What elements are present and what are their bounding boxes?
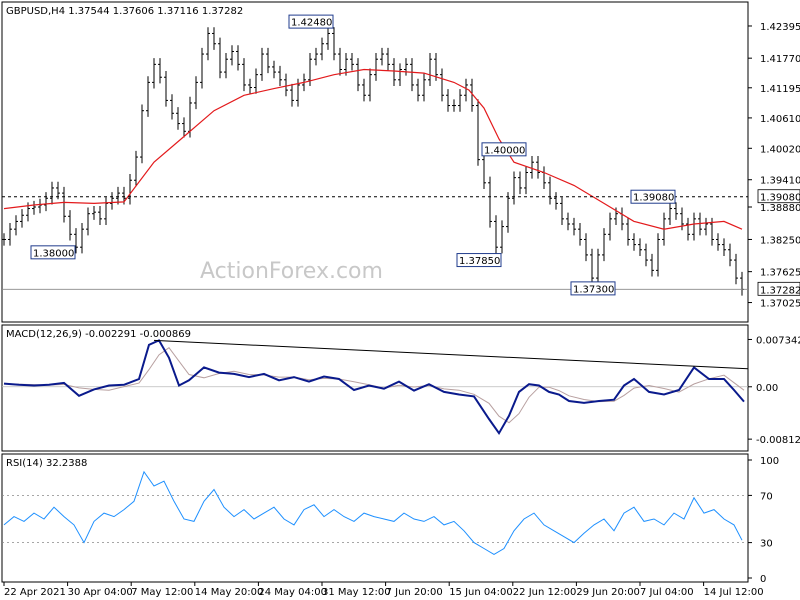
x-tick-label: 7 Jun 20:00 bbox=[386, 587, 443, 598]
x-tick-label: 22 Jun 12:00 bbox=[513, 587, 577, 598]
watermark: ActionForex.com bbox=[200, 259, 383, 284]
price-tick-label: 1.37025 bbox=[760, 299, 800, 310]
x-tick-label: 30 Apr 04:00 bbox=[68, 587, 133, 598]
price-annotation-label: 1.40000 bbox=[484, 145, 525, 156]
macd-tick-label: 0.00 bbox=[756, 383, 778, 394]
macd-tick-label: -0.008126 bbox=[756, 435, 800, 446]
sma-line bbox=[3, 68, 743, 230]
rsi-tick-label: 30 bbox=[760, 539, 773, 550]
macd-panel-header: MACD(12,26,9) -0.002291 -0.000869 bbox=[6, 329, 191, 340]
macd-layer bbox=[2, 339, 749, 436]
x-tick-label: 29 Jun 20:00 bbox=[576, 587, 640, 598]
price-tick-label: 1.38250 bbox=[760, 235, 800, 246]
price-tick-label: 1.41195 bbox=[760, 84, 800, 95]
price-annotation-label: 1.37300 bbox=[573, 284, 614, 295]
price-layer: 1.42480 1.38000 1.40000 1.37850 1.39080 1.373… bbox=[2, 14, 748, 296]
x-tick-label: 7 Jul 04:00 bbox=[640, 587, 694, 598]
price-panel-header: GBPUSD,H4 1.37544 1.37606 1.37116 1.3728… bbox=[6, 6, 243, 17]
x-tick-label: 15 Jun 04:00 bbox=[449, 587, 513, 598]
price-tick-label: 1.40610 bbox=[760, 114, 800, 125]
price-tick-label: 1.41770 bbox=[760, 54, 800, 65]
rsi-line bbox=[3, 470, 743, 555]
macd-trendline bbox=[153, 339, 749, 370]
price-annotation-label: 1.39080 bbox=[633, 193, 674, 204]
price-annotation-label: 1.37850 bbox=[459, 256, 500, 267]
price-tick-label: 1.42395 bbox=[760, 22, 800, 33]
x-tick-label: 14 Jul 12:00 bbox=[704, 587, 764, 598]
rsi-tick-label: 100 bbox=[760, 456, 779, 467]
rsi-tick-label: 70 bbox=[760, 491, 773, 502]
price-tick-label: 1.39410 bbox=[760, 176, 800, 187]
price-tick-label: 1.38880 bbox=[760, 203, 800, 214]
last-price-label: 1.37282 bbox=[760, 285, 800, 296]
forex-chart: ActionForex.com GBPUSD,H4 1.37544 1.3760… bbox=[1, 1, 800, 598]
price-annotation-label: 1.42480 bbox=[291, 18, 332, 29]
price-tick-label: 1.37625 bbox=[760, 268, 800, 279]
x-tick-label: 24 May 04:00 bbox=[258, 587, 327, 598]
x-tick-label: 31 May 12:00 bbox=[322, 587, 391, 598]
rsi-tick-label: 0 bbox=[760, 574, 766, 585]
rsi-layer bbox=[2, 470, 748, 555]
x-tick-label: 14 May 20:00 bbox=[195, 587, 264, 598]
macd-tick-label: 0.007342 bbox=[756, 335, 800, 346]
x-tick-label: 7 May 12:00 bbox=[131, 587, 193, 598]
price-annotation-label: 1.38000 bbox=[33, 248, 74, 259]
x-tick-label: 22 Apr 2021 bbox=[4, 587, 66, 598]
axis-layer: 1.42395 1.41770 1.41195 1.40610 1.40020 1.394… bbox=[3, 22, 800, 598]
rsi-panel-header: RSI(14) 32.2388 bbox=[6, 458, 87, 469]
price-tick-label: 1.40020 bbox=[760, 144, 800, 155]
rsi-panel-frame bbox=[1, 453, 749, 583]
level-price-label: 1.39080 bbox=[760, 193, 800, 204]
